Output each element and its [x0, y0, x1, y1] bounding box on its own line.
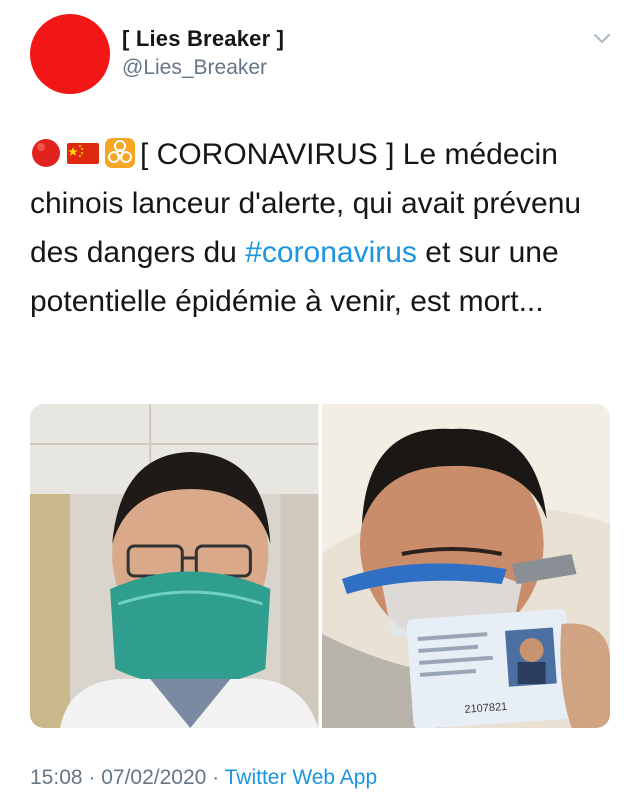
- biohazard-icon: [105, 138, 135, 168]
- hashtag-link[interactable]: #coronavirus: [245, 236, 417, 269]
- photo-patient-id-card[interactable]: 2107821: [321, 404, 610, 728]
- author-handle[interactable]: @Lies_Breaker: [122, 56, 267, 80]
- tweet-date[interactable]: 07/02/2020: [101, 766, 206, 789]
- author-name[interactable]: [ Lies Breaker ]: [122, 26, 284, 52]
- china-flag-icon: [67, 143, 99, 164]
- tweet-meta: 15:08 · 07/02/2020 · Twitter Web App: [30, 766, 377, 790]
- separator: ·: [82, 766, 102, 789]
- avatar[interactable]: [30, 14, 110, 94]
- chevron-down-icon[interactable]: [592, 32, 612, 46]
- separator: ·: [206, 766, 225, 789]
- tweet-text: [ CORONAVIRUS ] Le médecin chinois lance…: [30, 130, 615, 326]
- photo-doctor-selfie[interactable]: [30, 404, 319, 728]
- red-circle-icon: [32, 139, 60, 167]
- tweet-source-link[interactable]: Twitter Web App: [225, 766, 378, 789]
- tweet-time[interactable]: 15:08: [30, 766, 83, 789]
- media-grid: 2107821: [30, 404, 610, 728]
